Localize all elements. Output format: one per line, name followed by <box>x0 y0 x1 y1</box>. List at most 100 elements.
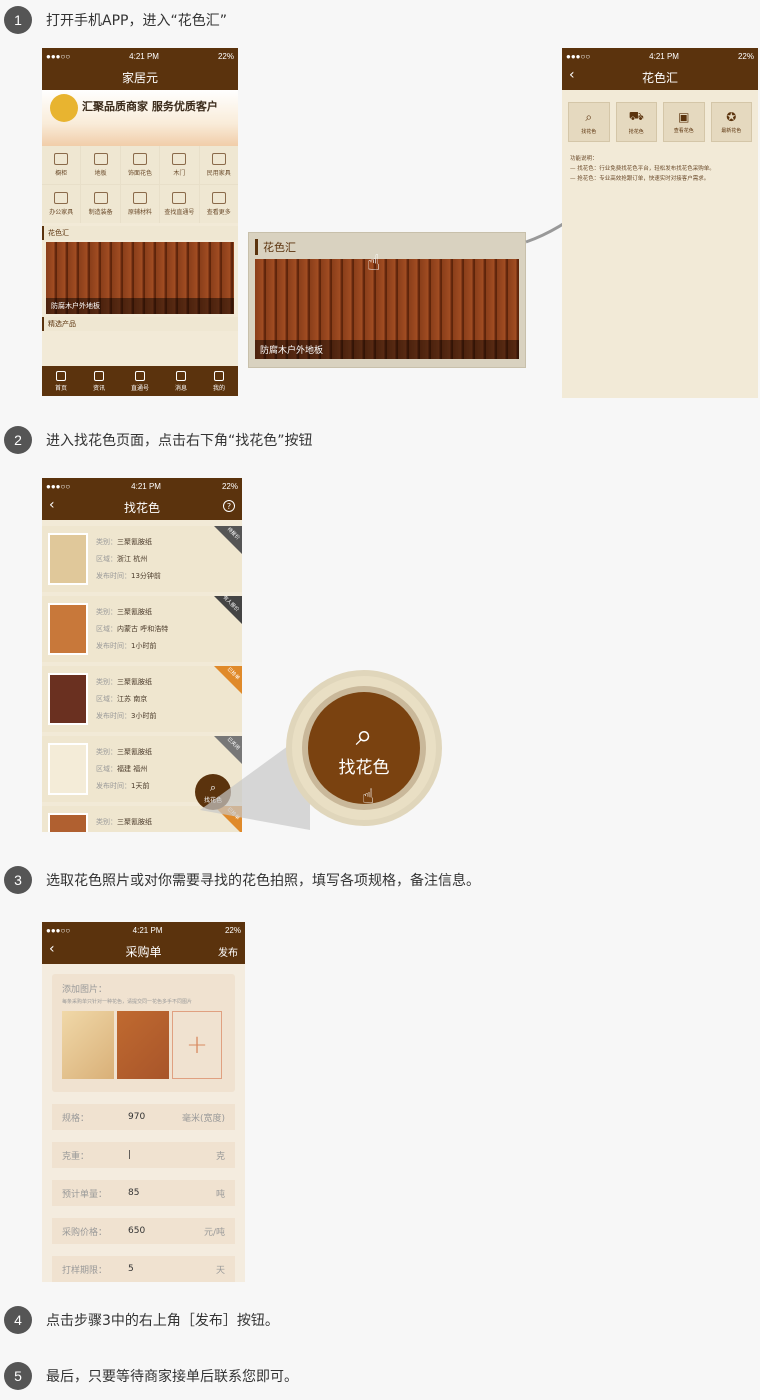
category-furniture[interactable]: 民用家具 <box>199 146 238 184</box>
feature-view[interactable]: ▣ 查看花色 <box>663 102 705 142</box>
back-icon[interactable]: ‹ <box>569 67 575 83</box>
cart-icon: ⛟ <box>628 109 644 123</box>
help-icon[interactable]: ? <box>223 500 235 512</box>
desk-icon <box>54 192 69 204</box>
form-field[interactable]: 采购价格： 650 元/吨 <box>52 1218 235 1244</box>
form-field[interactable]: 预计单量： 85 吨 <box>52 1180 235 1206</box>
tab-news[interactable]: 资讯 <box>93 370 105 392</box>
category-materials[interactable]: 原辅材料 <box>120 185 160 223</box>
zoom-caption: 防腐木户外地板 <box>255 340 519 359</box>
category-equipment[interactable]: 制造装备 <box>81 185 120 223</box>
field-label: 规格： <box>62 1113 90 1124</box>
step-text: 进入找花色页面，点击右下角“找花色”按钮 <box>46 433 313 449</box>
page-title: 找花色 <box>123 500 160 515</box>
zoom-circle: ⌕ 找花色 ☝ <box>286 670 442 826</box>
category-more[interactable]: 查看更多 <box>199 185 238 223</box>
item-area: 内蒙古 呼和浩特 <box>117 624 169 633</box>
field-label: 采购价格： <box>62 1227 108 1238</box>
back-icon[interactable]: ‹ <box>49 497 55 513</box>
photo-thumbnail[interactable] <box>62 1011 114 1079</box>
field-label: 克重： <box>62 1151 90 1162</box>
page-title: 花色汇 <box>641 70 678 85</box>
list-item[interactable]: 类别：三聚氰胺纸 区域：浙江 杭州 发布时间：13分钟前 待报价 <box>42 526 242 592</box>
door-icon <box>172 153 187 165</box>
form-field[interactable]: 规格： 970 毫米(宽度) <box>52 1104 235 1130</box>
field-value[interactable]: 85 <box>128 1188 139 1198</box>
color-swatch <box>48 533 88 585</box>
field-value[interactable]: | <box>128 1150 131 1160</box>
nav-bar: 家居元 <box>42 64 238 90</box>
more-icon <box>211 192 226 204</box>
field-unit: 毫米(宽度) <box>181 1113 225 1124</box>
field-unit: 元/吨 <box>203 1227 225 1238</box>
nav-bar: ‹ 花色汇 <box>562 64 758 90</box>
category-office[interactable]: 办公家具 <box>42 185 81 223</box>
section-title-huasehui[interactable]: 花色汇 <box>42 226 238 240</box>
materials-icon <box>132 192 147 204</box>
step-text: 打开手机APP，进入“花色汇” <box>46 13 227 29</box>
item-details: 类别：三聚氰胺纸 区域：浙江 杭州 发布时间：13分钟前 <box>96 537 161 580</box>
news-icon <box>93 370 104 381</box>
compass-icon <box>134 370 145 381</box>
page-title: 采购单 <box>125 944 162 959</box>
field-value[interactable]: 5 <box>128 1264 134 1274</box>
tab-home[interactable]: 首页 <box>55 370 67 392</box>
item-time: 3小时前 <box>131 711 157 720</box>
color-swatch <box>48 813 88 832</box>
form-field[interactable]: 打样期限： 5 天 <box>52 1256 235 1282</box>
image-row: + <box>62 1011 225 1079</box>
color-swatch <box>48 673 88 725</box>
feature-row: ⌕ 找花色 ⛟ 抢花色 ▣ 查看花色 ✪ 最新花色 <box>562 90 758 154</box>
step-number: 1 <box>4 6 32 34</box>
cabinet-icon <box>54 153 69 165</box>
user-icon <box>213 370 224 381</box>
huasehui-image[interactable]: 防腐木户外地板 <box>46 242 234 314</box>
item-details: 类别：三聚氰胺纸 区域：江苏 南京 发布时间：3小时前 <box>96 677 157 720</box>
add-image-hint: 每条采购单只针对一种花色，请提交同一花色多手不同图片 <box>62 999 193 1005</box>
form-field[interactable]: 克重： | 克 <box>52 1142 235 1168</box>
home-icon <box>55 370 66 381</box>
item-time: 1小时前 <box>131 641 157 650</box>
category-direct[interactable]: 查找直通号 <box>160 185 199 223</box>
huasehui-screen: ●●●○○ 4:21 PM 22% ‹ 花色汇 ⌕ 找花色 ⛟ 抢花色 ▣ 查看花色 … <box>562 48 758 398</box>
feature-latest[interactable]: ✪ 最新花色 <box>710 102 752 142</box>
field-value[interactable]: 970 <box>128 1112 145 1122</box>
step-text: 点击步骤3中的右上角［发布］按钮。 <box>46 1313 279 1329</box>
category-veneer[interactable]: 饰面花色 <box>120 146 160 184</box>
brand-logo <box>50 94 78 122</box>
photo-thumbnail[interactable] <box>117 1011 169 1079</box>
sofa-icon <box>211 153 226 165</box>
zoom-image[interactable]: 防腐木户外地板 <box>255 259 519 359</box>
tab-me[interactable]: 我的 <box>213 370 225 392</box>
field-label: 预计单量： <box>62 1189 108 1200</box>
add-photo-button[interactable]: + <box>172 1011 222 1079</box>
status-bar: ●●●○○ 4:21 PM 22% <box>562 48 758 64</box>
page-title: 家居元 <box>121 70 158 85</box>
publish-button[interactable]: 发布 <box>218 944 238 959</box>
step-5-heading: 5 最后，只要等待商家接单后联系您即可。 <box>4 1362 298 1390</box>
promo-banner[interactable]: 汇聚品质商家 服务优质客户 <box>42 90 238 146</box>
color-swatch <box>48 603 88 655</box>
image-search-icon: ▣ <box>678 110 690 124</box>
add-image-label: 添加图片： <box>62 985 108 995</box>
step-1-heading: 1 打开手机APP，进入“花色汇” <box>4 6 227 34</box>
tab-direct[interactable]: 直通号 <box>131 370 149 392</box>
item-type: 三聚氰胺纸 <box>117 747 152 756</box>
field-value[interactable]: 650 <box>128 1226 145 1236</box>
feature-find[interactable]: ⌕ 找花色 <box>568 102 610 142</box>
feature-grab[interactable]: ⛟ 抢花色 <box>615 102 657 142</box>
step-number: 2 <box>4 426 32 454</box>
tab-messages[interactable]: 消息 <box>175 370 187 392</box>
category-cabinet[interactable]: 橱柜 <box>42 146 81 184</box>
search-icon: ⌕ <box>355 717 373 753</box>
list-item[interactable]: 类别：三聚氰胺纸 区域：内蒙古 呼和浩特 发布时间：1小时前 有人报价 <box>42 595 242 662</box>
category-door[interactable]: 木门 <box>160 146 199 184</box>
mail-icon <box>175 370 186 381</box>
category-floor[interactable]: 地板 <box>81 146 120 184</box>
item-details: 类别：三聚氰胺纸 区域： 发布时间： <box>96 817 152 826</box>
item-area: 江苏 南京 <box>117 694 148 703</box>
back-icon[interactable]: ‹ <box>49 941 55 957</box>
item-time: 13分钟前 <box>131 571 161 580</box>
item-type: 三聚氰胺纸 <box>117 607 152 616</box>
zoom-title: 花色汇 <box>255 239 519 255</box>
